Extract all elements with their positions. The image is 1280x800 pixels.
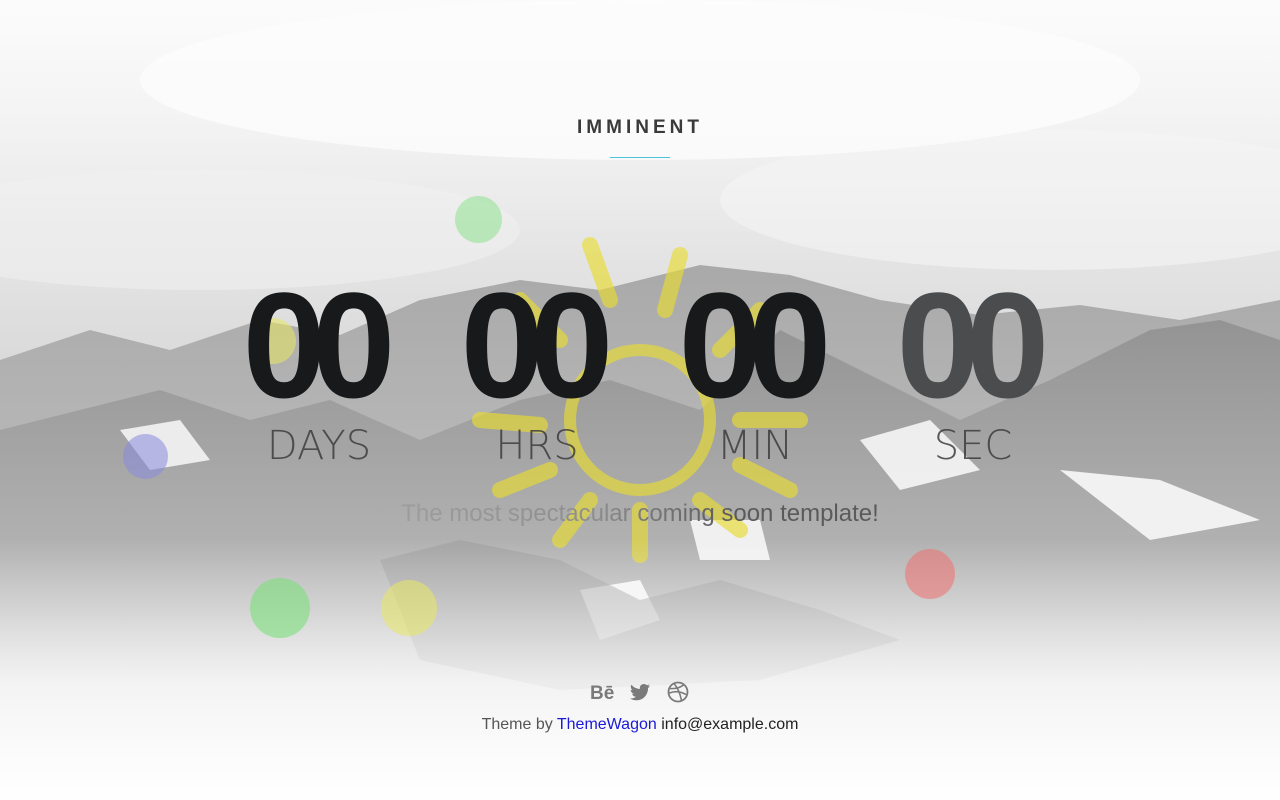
tagline-text: The most spectacular coming soon templat… (401, 500, 879, 527)
decor-bubble (455, 196, 502, 243)
footer-email[interactable]: info@example.com (661, 716, 798, 733)
minutes-label: MIN (716, 423, 794, 469)
bottom-haze (0, 540, 1280, 800)
brand-underline (610, 157, 670, 158)
countdown-seconds: 00 SEC (873, 270, 1073, 468)
seconds-label: SEC (933, 423, 1013, 469)
tagline: The most spectacular coming soon templat… (0, 500, 1280, 528)
countdown: 00 DAYS 00 HRS 00 MIN 00 SEC (0, 270, 1280, 480)
svg-text:Bē: Bē (590, 683, 614, 704)
decor-bubble (381, 580, 437, 636)
behance-icon[interactable]: Bē (590, 680, 614, 704)
dribbble-icon-glyph (667, 681, 689, 703)
themewagon-link[interactable]: ThemeWagon (557, 716, 657, 733)
dribbble-icon[interactable] (666, 680, 690, 704)
hours-label: HRS (495, 423, 579, 469)
footer: Theme by ThemeWagon info@example.com (0, 716, 1280, 734)
social-links: Bē (0, 680, 1280, 704)
seconds-value: 00 (896, 261, 1050, 429)
countdown-days: 00 DAYS (219, 270, 419, 468)
twitter-icon-glyph (630, 684, 650, 701)
days-label: DAYS (266, 423, 372, 469)
brand-title: IMMINENT (577, 117, 703, 138)
hours-value: 00 (460, 261, 614, 429)
decor-bubble (905, 549, 955, 599)
footer-prefix: Theme by (481, 716, 553, 733)
decor-bubble (250, 578, 310, 638)
countdown-minutes: 00 MIN (655, 270, 855, 468)
twitter-icon[interactable] (628, 680, 652, 704)
behance-icon-glyph: Bē (590, 683, 614, 704)
days-value: 00 (242, 261, 396, 429)
countdown-hours: 00 HRS (437, 270, 637, 468)
minutes-value: 00 (678, 261, 832, 429)
